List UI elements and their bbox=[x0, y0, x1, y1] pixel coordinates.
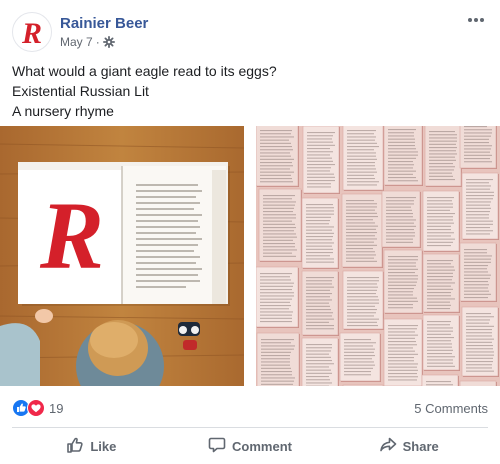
post-text-line: What would a giant eagle read to its egg… bbox=[12, 63, 277, 79]
comment-button[interactable]: Comment bbox=[171, 430, 330, 462]
post-text-line: Existential Russian Lit bbox=[12, 83, 149, 99]
reaction-count[interactable]: 19 bbox=[49, 401, 63, 416]
photo-child-reading-book[interactable]: R bbox=[0, 126, 244, 386]
page-name-link[interactable]: Rainier Beer bbox=[60, 14, 148, 33]
post-text: What would a giant eagle read to its egg… bbox=[12, 61, 488, 121]
like-button-label: Like bbox=[90, 438, 117, 454]
date-separator: · bbox=[95, 35, 100, 49]
comments-count-link[interactable]: 5 Comments bbox=[414, 401, 488, 416]
post-text-line: A nursery rhyme bbox=[12, 103, 114, 119]
post-date-row: May 7 · bbox=[60, 34, 148, 50]
reactions-bar: 19 5 Comments bbox=[12, 398, 488, 418]
svg-text:R: R bbox=[39, 182, 104, 289]
facebook-post: R Rainier Beer May 7 · What would a gian… bbox=[0, 0, 500, 464]
gear-icon[interactable] bbox=[102, 35, 115, 49]
like-button[interactable]: Like bbox=[12, 430, 171, 462]
comment-bubble-icon bbox=[208, 436, 232, 457]
svg-text:R: R bbox=[21, 17, 42, 49]
share-button-label: Share bbox=[402, 438, 439, 454]
post-actions: Like Comment Share bbox=[12, 430, 488, 462]
photo-book-pages-collage[interactable] bbox=[256, 126, 500, 386]
comment-button-label: Comment bbox=[232, 438, 292, 454]
more-options-icon[interactable] bbox=[464, 12, 488, 28]
love-reaction-icon bbox=[27, 399, 45, 417]
page-avatar[interactable]: R bbox=[12, 12, 52, 52]
rainier-logo-icon: R bbox=[21, 17, 42, 49]
post-header: R Rainier Beer May 7 · bbox=[12, 10, 488, 54]
thumbs-up-icon bbox=[66, 436, 90, 457]
post-photos: R bbox=[0, 126, 500, 386]
share-arrow-icon bbox=[379, 436, 403, 457]
reaction-icons[interactable] bbox=[12, 399, 45, 417]
share-button[interactable]: Share bbox=[329, 430, 488, 462]
post-date[interactable]: May 7 bbox=[60, 34, 93, 50]
post-meta: Rainier Beer May 7 · bbox=[60, 14, 148, 50]
actions-divider bbox=[12, 427, 488, 428]
